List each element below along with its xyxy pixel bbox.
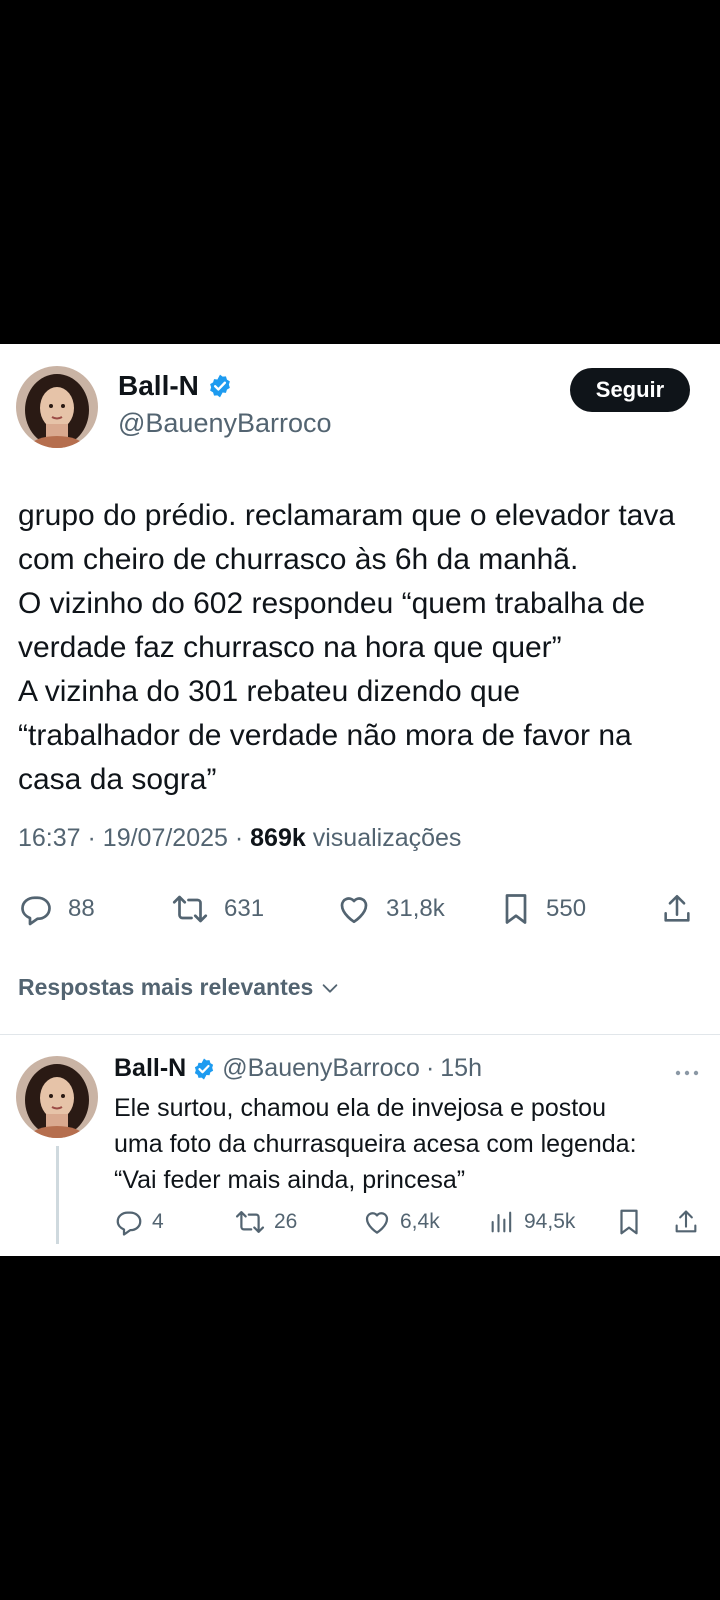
thread-line (56, 1146, 59, 1244)
author-name[interactable]: Ball-N (118, 370, 199, 402)
more-icon (675, 1070, 699, 1076)
like-button[interactable]: 31,8k (336, 889, 445, 929)
reply-author-avatar[interactable] (16, 1056, 98, 1138)
tweet-text-line: O vizinho do 602 respondeu “quem trabalh… (18, 587, 646, 620)
more-options-button[interactable] (674, 1066, 700, 1084)
tweet-meta: 16:37 · 19/07/2025 · 869k visualizações (18, 824, 461, 853)
reply-text: Ele surtou, chamou ela de invejosa e pos… (114, 1090, 714, 1198)
verified-badge-icon (195, 1058, 214, 1079)
divider (0, 1034, 720, 1035)
tweet-text-line: casa da sogra” (18, 763, 217, 796)
replies-sort-selector[interactable]: Respostas mais relevantes (18, 974, 341, 1001)
reply-icon (116, 1211, 142, 1236)
tweet-text-line: A vizinha do 301 rebateu dizendo que (18, 675, 521, 708)
views-label: visualizações (312, 824, 462, 852)
tweet-text-line: grupo do prédio. reclamaram que o elevad… (18, 499, 676, 532)
tweet-text-line: “trabalhador de verdade não mora de favo… (18, 719, 632, 752)
tweet-text-line: verdade faz churrasco na hora que quer” (18, 631, 562, 664)
reply-reply-count: 4 (152, 1210, 164, 1233)
reply-count: 88 (68, 895, 95, 922)
reply-button[interactable]: 88 (18, 889, 95, 929)
follow-button[interactable]: Seguir (570, 368, 690, 412)
tweet-text: grupo do prédio. reclamaram que o elevad… (18, 494, 708, 802)
reply-time[interactable]: 15h (440, 1054, 482, 1083)
author-name-row[interactable]: Ball-N (118, 370, 233, 402)
verified-badge-icon (210, 374, 230, 398)
reply-text-line: uma foto da churrasqueira acesa com lege… (114, 1130, 637, 1158)
heart-icon (340, 897, 368, 924)
chevron-down-icon (322, 983, 338, 993)
tweet-header: Ball-N @BauenyBarroco Seguir (0, 344, 720, 464)
reply-retweet-button[interactable]: 26 (234, 1206, 297, 1238)
like-count: 31,8k (386, 895, 445, 922)
reply-author-name[interactable]: Ball-N (114, 1054, 186, 1083)
bookmark-count: 550 (546, 895, 587, 922)
bookmark-icon (505, 894, 527, 924)
bookmark-icon (620, 1209, 638, 1235)
views-count: 869k (250, 824, 306, 852)
meta-separator: · (234, 824, 251, 852)
reply-views-count: 94,5k (524, 1210, 576, 1233)
reply-share-button[interactable] (672, 1206, 700, 1238)
heart-icon (365, 1212, 389, 1234)
reply-like-count: 6,4k (400, 1210, 440, 1233)
tweet-actions: 88 631 31,8k 550 (0, 889, 720, 929)
meta-separator: · (87, 824, 103, 852)
share-button[interactable] (660, 889, 694, 929)
bar-chart-icon (491, 1211, 512, 1233)
reply-text-line: Ele surtou, chamou ela de invejosa e pos… (114, 1094, 606, 1122)
retweet-button[interactable]: 631 (170, 889, 264, 929)
reply-reply-button[interactable]: 4 (114, 1206, 164, 1238)
author-handle[interactable]: @BauenyBarroco (118, 408, 332, 439)
share-icon (675, 1210, 697, 1233)
tweet-text-line: com cheiro de churrasco às 6h da manhã. (18, 543, 579, 576)
reply-retweet-count: 26 (274, 1210, 298, 1233)
retweet-icon (172, 895, 208, 923)
tweet-time[interactable]: 16:37 (18, 824, 81, 852)
retweet-count: 631 (224, 895, 265, 922)
reply-header: Ball-N @BauenyBarroco · 15h (114, 1054, 482, 1083)
reply-author-handle[interactable]: @BauenyBarroco (222, 1054, 420, 1083)
reply-views-button[interactable]: 94,5k (488, 1206, 575, 1238)
tweet-card: Ball-N @BauenyBarroco Seguir grupo do pr… (0, 344, 720, 1256)
reply-text-line: “Vai feder mais ainda, princesa” (114, 1166, 466, 1194)
reply-bookmark-button[interactable] (616, 1206, 642, 1238)
reply-separator: · (425, 1054, 435, 1082)
sort-label: Respostas mais relevantes (18, 974, 314, 1000)
reply-like-button[interactable]: 6,4k (362, 1206, 440, 1238)
author-avatar[interactable] (16, 366, 98, 448)
bookmark-button[interactable]: 550 (500, 889, 586, 929)
tweet-date[interactable]: 19/07/2025 (103, 824, 228, 852)
reply-icon (21, 896, 51, 926)
share-icon (664, 894, 690, 922)
retweet-icon (235, 1211, 265, 1233)
